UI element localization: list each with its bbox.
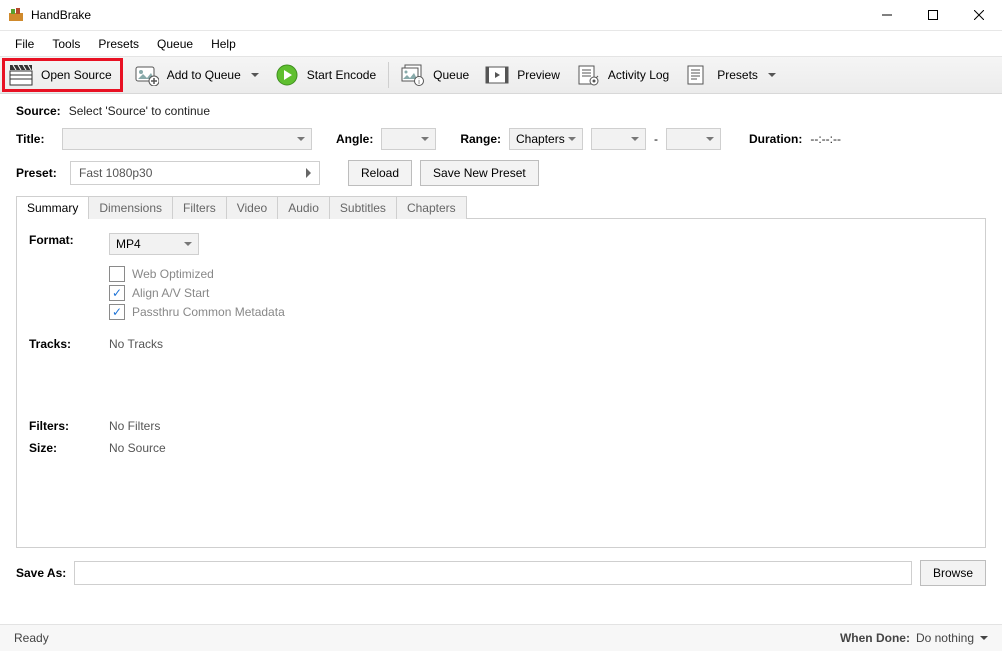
menu-tools[interactable]: Tools bbox=[43, 33, 89, 55]
activity-log-button[interactable]: Activity Log bbox=[568, 61, 677, 89]
align-av-label: Align A/V Start bbox=[132, 286, 209, 300]
range-label: Range: bbox=[460, 132, 501, 146]
menu-help[interactable]: Help bbox=[202, 33, 245, 55]
tab-subtitles[interactable]: Subtitles bbox=[329, 196, 397, 219]
preview-button[interactable]: Preview bbox=[477, 61, 568, 89]
preset-selector[interactable]: Fast 1080p30 bbox=[70, 161, 320, 185]
save-as-label: Save As: bbox=[16, 566, 66, 580]
format-label: Format: bbox=[29, 233, 109, 247]
align-av-checkbox[interactable]: Align A/V Start bbox=[109, 285, 285, 301]
web-optimized-checkbox[interactable]: Web Optimized bbox=[109, 266, 285, 282]
window-title: HandBrake bbox=[31, 8, 91, 22]
angle-dropdown[interactable] bbox=[381, 128, 436, 150]
tab-filters[interactable]: Filters bbox=[172, 196, 227, 219]
when-done-value: Do nothing bbox=[916, 631, 974, 645]
menu-presets[interactable]: Presets bbox=[89, 33, 148, 55]
statusbar: Ready When Done: Do nothing bbox=[0, 624, 1002, 651]
presets-label: Presets bbox=[717, 68, 758, 82]
activity-log-label: Activity Log bbox=[608, 68, 669, 82]
range-mode-value: Chapters bbox=[516, 132, 565, 146]
chevron-down-icon bbox=[768, 73, 776, 77]
source-hint: Select 'Source' to continue bbox=[69, 104, 210, 118]
tabs: Summary Dimensions Filters Video Audio S… bbox=[16, 196, 986, 219]
minimize-button[interactable] bbox=[864, 0, 910, 30]
start-encode-label: Start Encode bbox=[307, 68, 376, 82]
status-text: Ready bbox=[14, 631, 49, 645]
range-mode-dropdown[interactable]: Chapters bbox=[509, 128, 583, 150]
tracks-value: No Tracks bbox=[109, 337, 163, 351]
content-area: Source: Select 'Source' to continue Titl… bbox=[0, 94, 1002, 548]
preset-label: Preset: bbox=[16, 166, 62, 180]
maximize-button[interactable] bbox=[910, 0, 956, 30]
open-source-button[interactable]: Open Source bbox=[2, 58, 123, 92]
queue-button[interactable]: i Queue bbox=[393, 61, 477, 89]
tab-dimensions[interactable]: Dimensions bbox=[88, 196, 173, 219]
web-optimized-label: Web Optimized bbox=[132, 267, 214, 281]
toolbar-separator bbox=[388, 62, 389, 88]
range-end-dropdown[interactable] bbox=[666, 128, 721, 150]
when-done-label: When Done: bbox=[840, 631, 910, 645]
menubar: File Tools Presets Queue Help bbox=[0, 31, 1002, 56]
start-encode-button[interactable]: Start Encode bbox=[267, 61, 384, 89]
summary-panel: Format: MP4 Web Optimized Align A/V Star… bbox=[16, 218, 986, 548]
queue-label: Queue bbox=[433, 68, 469, 82]
tab-video[interactable]: Video bbox=[226, 196, 278, 219]
duration-value: --:--:-- bbox=[810, 132, 841, 146]
format-value: MP4 bbox=[116, 237, 141, 251]
filters-label: Filters: bbox=[29, 419, 109, 433]
when-done-dropdown[interactable]: Do nothing bbox=[916, 631, 988, 645]
angle-label: Angle: bbox=[336, 132, 373, 146]
source-label: Source: bbox=[16, 104, 61, 118]
preset-row: Preset: Fast 1080p30 Reload Save New Pre… bbox=[16, 160, 986, 186]
title-label: Title: bbox=[16, 132, 54, 146]
tab-summary[interactable]: Summary bbox=[16, 196, 89, 219]
reload-preset-button[interactable]: Reload bbox=[348, 160, 412, 186]
close-button[interactable] bbox=[956, 0, 1002, 30]
browse-button[interactable]: Browse bbox=[920, 560, 986, 586]
passthru-label: Passthru Common Metadata bbox=[132, 305, 285, 319]
presets-button[interactable]: Presets bbox=[677, 61, 784, 89]
checkbox-icon bbox=[109, 266, 125, 282]
app-icon bbox=[8, 7, 24, 23]
play-icon bbox=[275, 64, 299, 86]
tab-chapters[interactable]: Chapters bbox=[396, 196, 467, 219]
size-label: Size: bbox=[29, 441, 109, 455]
tracks-label: Tracks: bbox=[29, 337, 109, 351]
title-row: Title: Angle: Range: Chapters - Duration… bbox=[16, 128, 986, 150]
presets-icon bbox=[685, 64, 709, 86]
queue-icon: i bbox=[401, 64, 425, 86]
menu-queue[interactable]: Queue bbox=[148, 33, 202, 55]
duration-label: Duration: bbox=[749, 132, 802, 146]
add-to-queue-button[interactable]: Add to Queue bbox=[127, 61, 267, 89]
checkbox-icon bbox=[109, 285, 125, 301]
titlebar: HandBrake bbox=[0, 0, 1002, 31]
source-row: Source: Select 'Source' to continue bbox=[16, 104, 986, 118]
format-dropdown[interactable]: MP4 bbox=[109, 233, 199, 255]
range-dash: - bbox=[654, 132, 658, 146]
save-new-preset-button[interactable]: Save New Preset bbox=[420, 160, 539, 186]
size-value: No Source bbox=[109, 441, 166, 455]
chevron-down-icon bbox=[251, 73, 259, 77]
filters-value: No Filters bbox=[109, 419, 160, 433]
activity-log-icon bbox=[576, 64, 600, 86]
title-dropdown[interactable] bbox=[62, 128, 312, 150]
preview-label: Preview bbox=[517, 68, 560, 82]
passthru-checkbox[interactable]: Passthru Common Metadata bbox=[109, 304, 285, 320]
add-to-queue-icon bbox=[135, 64, 159, 86]
preview-icon bbox=[485, 64, 509, 86]
open-source-label: Open Source bbox=[41, 68, 112, 82]
checkbox-icon bbox=[109, 304, 125, 320]
save-as-input[interactable] bbox=[74, 561, 912, 585]
menu-file[interactable]: File bbox=[6, 33, 43, 55]
clapperboard-icon bbox=[9, 64, 33, 86]
add-to-queue-label: Add to Queue bbox=[167, 68, 241, 82]
save-as-row: Save As: Browse bbox=[0, 548, 1002, 586]
preset-value: Fast 1080p30 bbox=[79, 166, 152, 180]
range-start-dropdown[interactable] bbox=[591, 128, 646, 150]
toolbar: Open Source Add to Queue Start Encode i … bbox=[0, 56, 1002, 94]
tab-audio[interactable]: Audio bbox=[277, 196, 330, 219]
